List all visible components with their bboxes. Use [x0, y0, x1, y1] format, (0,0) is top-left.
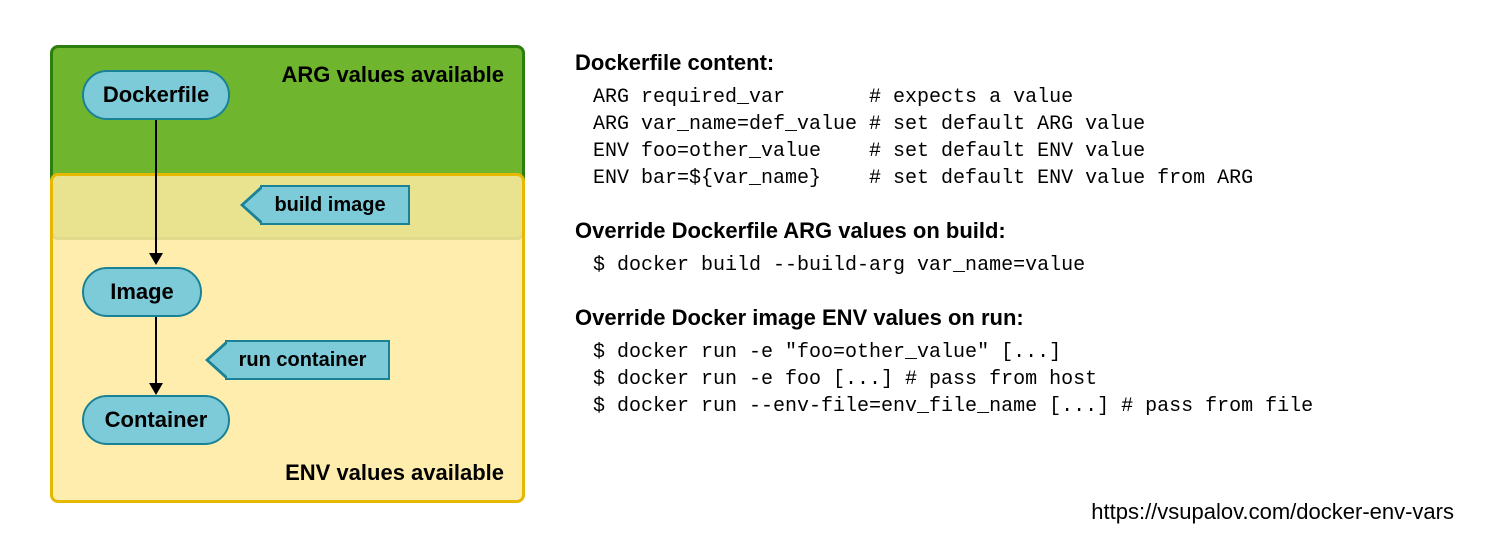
arrow-head-icon	[149, 383, 163, 395]
code-override-arg: $ docker build --build-arg var_name=valu…	[575, 252, 1465, 279]
node-image: Image	[82, 267, 202, 317]
text-area: Dockerfile content: ARG required_var # e…	[575, 50, 1465, 446]
diagram-area: ARG values available ENV values availabl…	[50, 45, 540, 495]
arrow-head-icon	[149, 253, 163, 265]
code-override-env: $ docker run -e "foo=other_value" [...] …	[575, 339, 1465, 420]
arrow-dockerfile-to-image	[155, 120, 157, 255]
code-dockerfile-content: ARG required_var # expects a value ARG v…	[575, 84, 1465, 192]
source-url: https://vsupalov.com/docker-env-vars	[1091, 499, 1454, 525]
node-dockerfile: Dockerfile	[82, 70, 230, 120]
section-title-dockerfile: Dockerfile content:	[575, 50, 1465, 76]
node-container: Container	[82, 395, 230, 445]
tag-run-container: run container	[225, 340, 390, 380]
arg-scope-label: ARG values available	[281, 62, 504, 88]
tag-build-image: build image	[260, 185, 410, 225]
section-title-override-env: Override Docker image ENV values on run:	[575, 305, 1465, 331]
section-title-override-arg: Override Dockerfile ARG values on build:	[575, 218, 1465, 244]
arrow-image-to-container	[155, 317, 157, 385]
env-scope-label: ENV values available	[285, 460, 504, 486]
